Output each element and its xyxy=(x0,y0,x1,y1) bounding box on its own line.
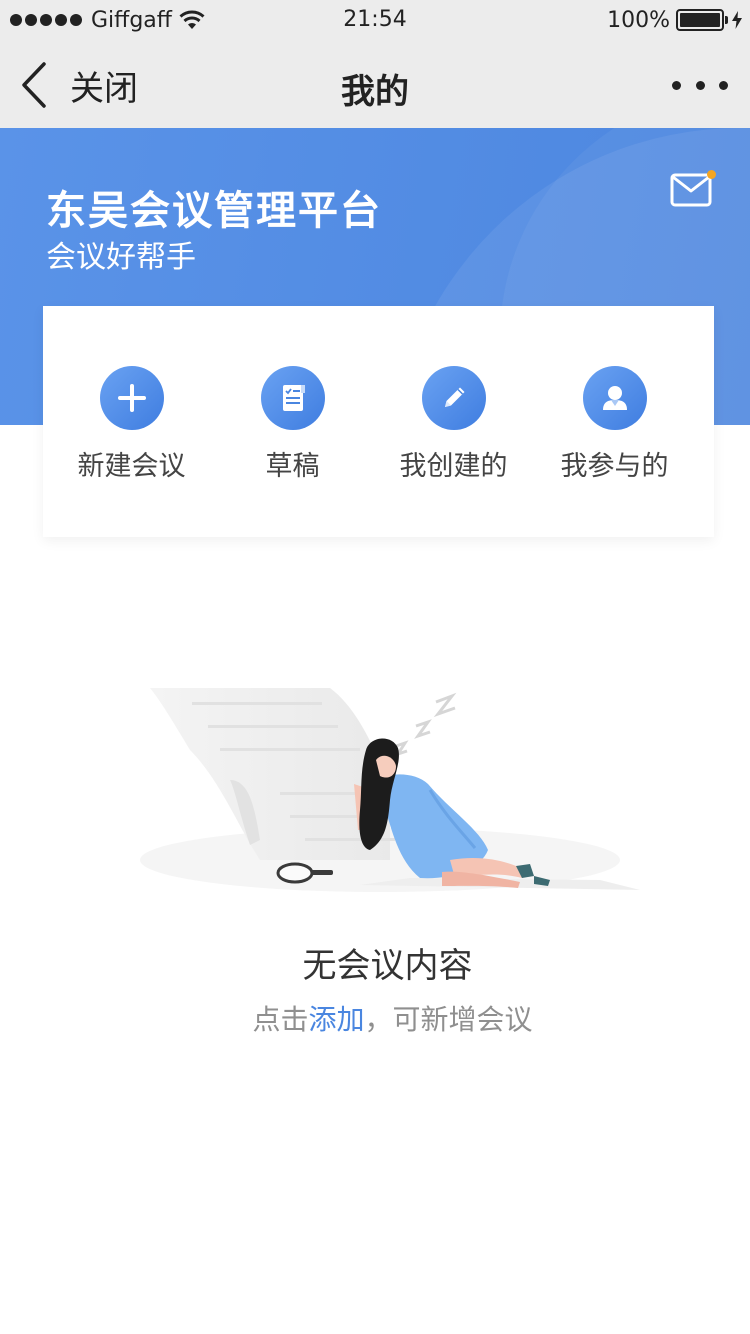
hint-suffix: ，可新增会议 xyxy=(364,1003,533,1036)
add-meeting-link[interactable]: 添加 xyxy=(308,1003,364,1036)
person-icon xyxy=(602,386,627,410)
action-icon-circle xyxy=(260,366,325,430)
status-bar-right: 100% xyxy=(607,5,742,35)
plus-icon xyxy=(117,384,146,412)
more-menu-button[interactable] xyxy=(672,70,728,100)
hint-prefix: 点击 xyxy=(252,1003,309,1036)
new-meeting-button[interactable]: 新建会议 xyxy=(51,306,212,537)
navigation-bar: 关闭 我的 xyxy=(0,40,750,128)
action-label: 新建会议 xyxy=(77,451,186,482)
more-dot-icon xyxy=(719,80,728,90)
battery-icon xyxy=(676,9,724,31)
my-created-button[interactable]: 我创建的 xyxy=(373,306,534,537)
pencil-icon xyxy=(444,387,464,407)
action-icon-circle xyxy=(421,366,486,430)
platform-title: 东吴会议管理平台 xyxy=(46,188,382,234)
action-icon-circle xyxy=(99,366,164,430)
empty-state-hint: 点击添加，可新增会议 xyxy=(0,998,750,1038)
my-joined-button[interactable]: 我参与的 xyxy=(534,306,695,537)
action-icon-circle xyxy=(582,366,647,430)
battery-percent: 100% xyxy=(607,7,670,33)
more-dot-icon xyxy=(695,80,705,90)
battery-tip xyxy=(725,16,728,24)
charging-icon xyxy=(732,11,742,29)
status-bar: Giffgaff 21:54 100% xyxy=(0,0,750,40)
document-icon xyxy=(282,385,305,411)
action-label: 我创建的 xyxy=(399,451,508,482)
empty-state-title: 无会议内容 xyxy=(302,946,473,986)
action-label: 我参与的 xyxy=(560,451,669,482)
message-button[interactable] xyxy=(670,170,716,210)
action-label: 草稿 xyxy=(265,451,320,482)
quick-actions-card: 新建会议 草稿 我创建的 我参与的 xyxy=(43,306,714,537)
notification-badge xyxy=(707,170,716,179)
platform-subtitle: 会议好帮手 xyxy=(46,240,196,275)
empty-state-illustration xyxy=(140,688,640,892)
more-dot-icon xyxy=(672,80,681,90)
page-title: 我的 xyxy=(341,72,409,112)
drafts-button[interactable]: 草稿 xyxy=(212,306,373,537)
